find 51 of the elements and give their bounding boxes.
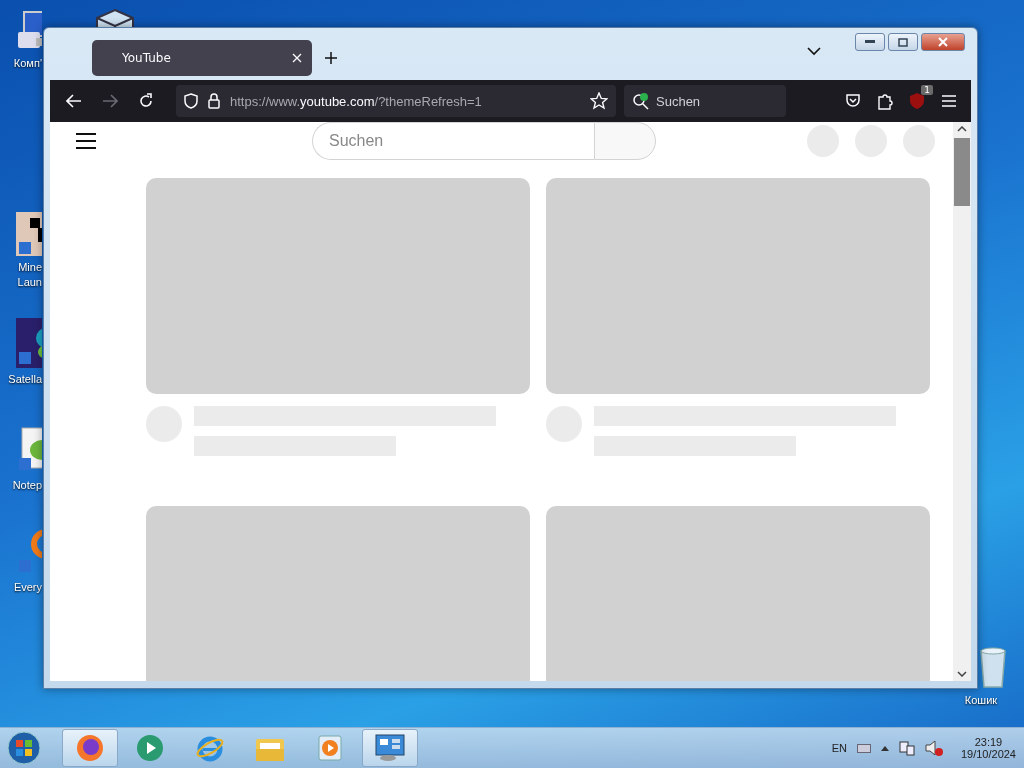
scrollbar[interactable] <box>953 122 971 681</box>
search-field[interactable]: Suchen <box>624 85 786 117</box>
desktop-icon-label[interactable]: Notep <box>12 478 42 493</box>
minimize-icon[interactable] <box>865 40 875 44</box>
clock-time[interactable]: 23:19 <box>974 736 1003 748</box>
search-field[interactable]: Suchen <box>312 122 594 160</box>
arrow-left-icon[interactable] <box>66 94 82 108</box>
desktop-icon-label[interactable]: Кошик <box>964 693 998 708</box>
media-player-icon[interactable] <box>317 734 343 762</box>
lock-icon <box>208 93 220 109</box>
satellite-app-icon[interactable] <box>16 318 42 368</box>
start-button[interactable] <box>4 730 44 766</box>
scrollbar-thumb[interactable] <box>954 138 970 206</box>
keyboard-icon[interactable] <box>856 743 871 753</box>
recycle-bin-icon[interactable] <box>980 645 1006 689</box>
maximize-icon[interactable] <box>898 37 908 47</box>
muted-speaker-icon[interactable] <box>924 740 943 756</box>
address-bar[interactable]: https://www.youtube.com/?themeRefresh=1 <box>176 85 616 117</box>
caret-up-icon[interactable] <box>880 745 889 751</box>
star-icon[interactable] <box>590 92 608 110</box>
taskbar-app[interactable] <box>362 729 418 767</box>
minimize-button[interactable] <box>855 33 885 51</box>
reload-icon[interactable] <box>138 93 154 109</box>
menu-icon[interactable] <box>941 94 957 108</box>
chevron-up-icon[interactable] <box>957 126 967 132</box>
clock-date[interactable]: 19/10/2024 <box>960 748 1016 760</box>
network-icon[interactable] <box>898 740 915 756</box>
language-indicator[interactable]: EN <box>831 742 847 754</box>
plus-icon[interactable] <box>324 51 338 65</box>
control-panel-icon[interactable] <box>374 733 406 763</box>
url-text: https://www.youtube.com/?themeRefresh=1 <box>230 93 483 109</box>
search-icon <box>632 92 650 110</box>
pixel-block-icon[interactable] <box>16 212 42 256</box>
close-icon[interactable] <box>292 53 302 63</box>
desktop-icon-label[interactable]: Mine Laun <box>17 260 42 290</box>
maximize-button[interactable] <box>888 33 918 51</box>
desktop-icon-label[interactable]: Комп' <box>13 56 42 71</box>
taskbar-app[interactable] <box>62 729 118 767</box>
chevron-down-icon[interactable] <box>957 671 967 677</box>
desktop-icon-label[interactable]: Every <box>13 580 42 595</box>
play-circle-icon[interactable] <box>135 733 165 763</box>
browser-tab[interactable]: YouTube <box>92 40 312 76</box>
shield-icon[interactable] <box>184 93 198 109</box>
fox-globe-icon[interactable] <box>75 733 105 763</box>
close-icon[interactable] <box>938 37 948 47</box>
desktop-icon-label[interactable]: Satella <box>8 372 42 387</box>
close-button[interactable] <box>921 33 965 51</box>
chevron-down-icon[interactable] <box>807 46 821 56</box>
menu-icon[interactable] <box>76 133 96 149</box>
pocket-icon[interactable] <box>845 94 861 108</box>
extension-badge: 1 <box>921 85 933 95</box>
